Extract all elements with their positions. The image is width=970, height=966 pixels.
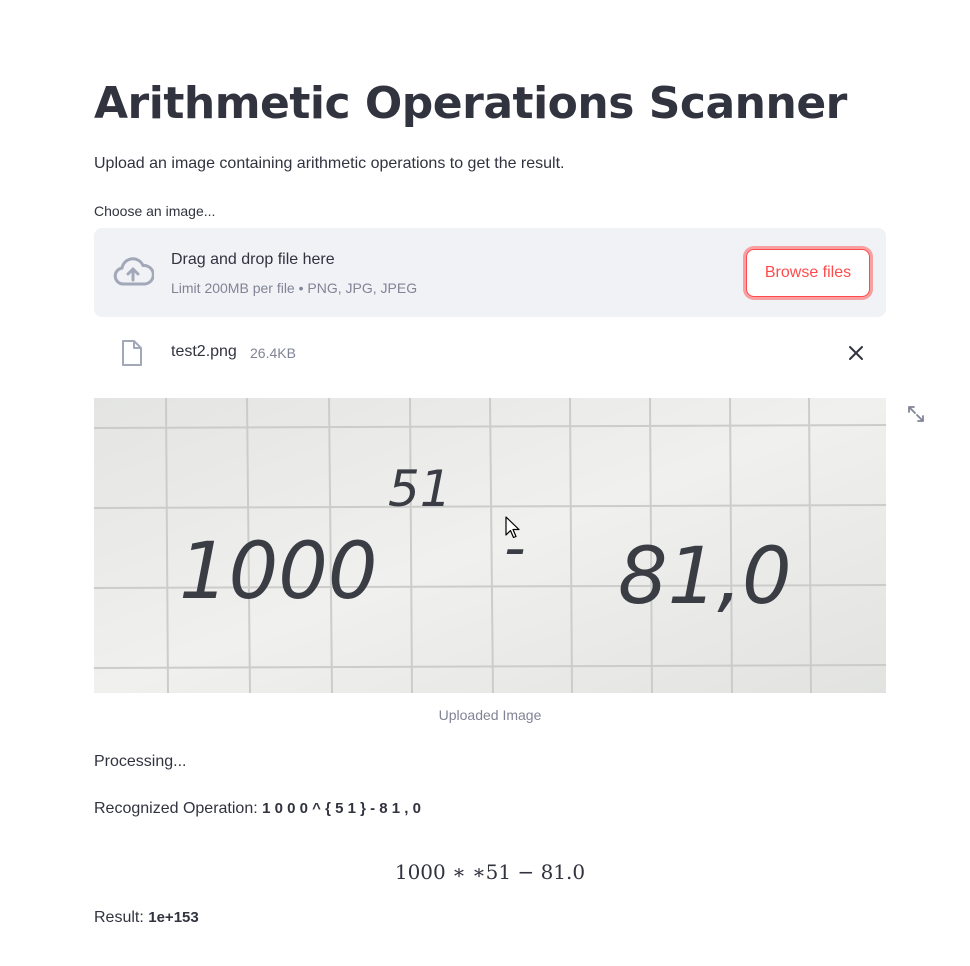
uploaded-file-name: test2.png [171, 343, 237, 360]
file-icon [122, 340, 142, 366]
result-value: 1e+153 [148, 909, 199, 926]
file-dropzone[interactable]: Drag and drop file here Limit 200MB per … [94, 228, 886, 317]
recognized-operation-label: Recognized Operation: [94, 800, 258, 817]
uploaded-file-row: test2.png 26.4KB [94, 333, 886, 373]
handwritten-operand: 81,0 [618, 532, 792, 622]
cloud-upload-icon [113, 257, 154, 286]
browse-files-button[interactable]: Browse files [746, 249, 870, 297]
result: Result: 1e+153 [94, 906, 199, 930]
page-description: Upload an image containing arithmetic op… [94, 155, 565, 172]
close-icon[interactable] [846, 343, 866, 363]
result-label: Result: [94, 909, 144, 926]
file-uploader-label: Choose an image... [94, 203, 216, 219]
processing-status: Processing... [94, 753, 187, 770]
uploaded-image: 1000 51 - 81,0 [94, 398, 886, 693]
recognized-operation-value: 1 0 0 0 ^ { 5 1 } - 8 1 , 0 [262, 800, 421, 817]
handwritten-exponent: 51 [388, 460, 452, 518]
fullscreen-icon[interactable] [906, 404, 926, 424]
handwritten-base: 1000 [179, 527, 378, 617]
recognized-operation: Recognized Operation: 1 0 0 0 ^ { 5 1 } … [94, 797, 421, 821]
rendered-formula: 1000 ∗ ∗51 − 81.0 [394, 860, 586, 884]
page-title: Arithmetic Operations Scanner [94, 78, 847, 129]
uploaded-file-size: 26.4KB [250, 345, 296, 361]
image-caption: Uploaded Image [438, 707, 542, 723]
dropzone-instructions: Drag and drop file here [171, 251, 335, 268]
dropzone-limit-text: Limit 200MB per file • PNG, JPG, JPEG [171, 280, 418, 296]
handwritten-operator: - [504, 513, 526, 583]
